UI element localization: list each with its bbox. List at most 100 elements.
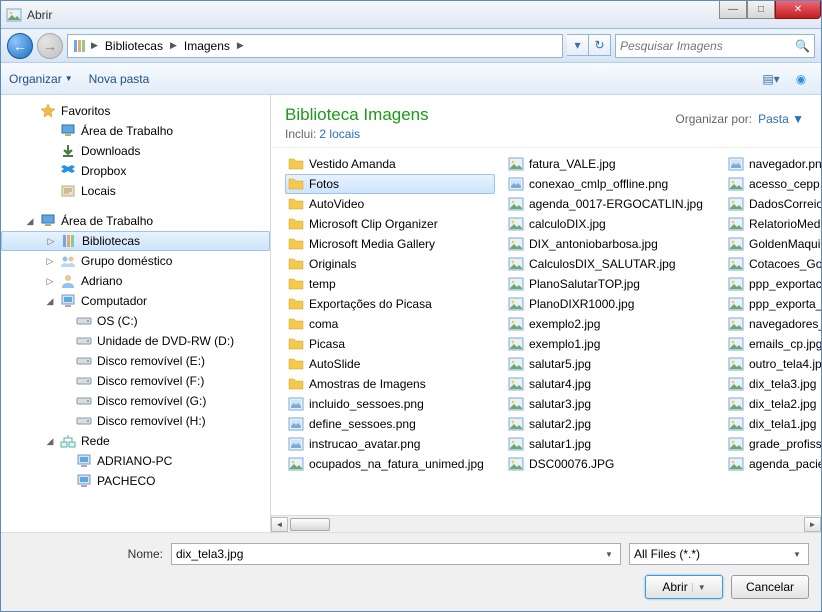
chevron-down-icon[interactable]: ▼	[790, 550, 804, 559]
tree-item[interactable]: PACHECO	[1, 471, 270, 491]
file-item[interactable]: salutar1.jpg	[505, 434, 715, 454]
file-item[interactable]: ppp_exporta_ativ	[725, 294, 821, 314]
file-item[interactable]: temp	[285, 274, 495, 294]
scroll-left-button[interactable]: ◄	[271, 517, 288, 532]
file-item[interactable]: salutar2.jpg	[505, 414, 715, 434]
search-input[interactable]	[620, 39, 795, 53]
scroll-right-button[interactable]: ►	[804, 517, 821, 532]
file-item[interactable]: emails_cp.jpg	[725, 334, 821, 354]
file-item[interactable]: Picasa	[285, 334, 495, 354]
breadcrumb-segment[interactable]: Imagens	[180, 37, 234, 55]
file-item[interactable]: Cotacoes_Golden	[725, 254, 821, 274]
tree-item[interactable]: Disco removível (E:)	[1, 351, 270, 371]
open-button[interactable]: Abrir▼	[645, 575, 723, 599]
tree-item[interactable]: ◢Rede	[1, 431, 270, 451]
forward-button[interactable]: →	[37, 33, 63, 59]
tree-item[interactable]: Disco removível (G:)	[1, 391, 270, 411]
file-item[interactable]: navegador.png	[725, 154, 821, 174]
tree-item[interactable]: Locais	[1, 181, 270, 201]
refresh-button[interactable]: ↻	[589, 34, 611, 56]
search-icon[interactable]: 🔍	[795, 39, 810, 53]
file-item[interactable]: acesso_cepp.jpg	[725, 174, 821, 194]
file-item[interactable]: grade_profissiona	[725, 434, 821, 454]
breadcrumb[interactable]: ▶ Bibliotecas ▶ Imagens ▶	[67, 34, 563, 58]
file-item[interactable]: instrucao_avatar.png	[285, 434, 495, 454]
chevron-right-icon[interactable]: ▶	[170, 40, 177, 51]
tree-item[interactable]: Unidade de DVD-RW (D:)	[1, 331, 270, 351]
breadcrumb-segment[interactable]: Bibliotecas	[101, 37, 167, 55]
includes-link[interactable]: 2 locais	[319, 127, 360, 141]
search-box[interactable]: 🔍	[615, 34, 815, 58]
file-item[interactable]: dix_tela1.jpg	[725, 414, 821, 434]
file-item[interactable]: dix_tela2.jpg	[725, 394, 821, 414]
file-item[interactable]: agenda_paciente	[725, 454, 821, 474]
tree-item[interactable]: ▷Bibliotecas	[1, 231, 270, 251]
file-item[interactable]: exemplo1.jpg	[505, 334, 715, 354]
maximize-button[interactable]: □	[747, 1, 775, 19]
tree-item[interactable]: OS (C:)	[1, 311, 270, 331]
file-item[interactable]: salutar3.jpg	[505, 394, 715, 414]
tree-item[interactable]: ◢Computador	[1, 291, 270, 311]
file-item[interactable]: fatura_VALE.jpg	[505, 154, 715, 174]
file-item[interactable]: PlanoDIXR1000.jpg	[505, 294, 715, 314]
file-item[interactable]: PlanoSalutarTOP.jpg	[505, 274, 715, 294]
tree-item[interactable]: Disco removível (H:)	[1, 411, 270, 431]
history-dropdown-button[interactable]: ▾	[567, 34, 589, 56]
file-item[interactable]: incluido_sessoes.png	[285, 394, 495, 414]
tree-item[interactable]: ADRIANO-PC	[1, 451, 270, 471]
file-item[interactable]: salutar4.jpg	[505, 374, 715, 394]
chevron-right-icon[interactable]: ▶	[91, 40, 98, 51]
file-item[interactable]: ocupados_na_fatura_unimed.jpg	[285, 454, 495, 474]
file-item[interactable]: DIX_antoniobarbosa.jpg	[505, 234, 715, 254]
back-button[interactable]: ←	[7, 33, 33, 59]
tree-item[interactable]: Downloads	[1, 141, 270, 161]
tree-item[interactable]: ▷Grupo doméstico	[1, 251, 270, 271]
file-item[interactable]: define_sessoes.png	[285, 414, 495, 434]
expand-icon[interactable]: ▷	[45, 276, 55, 287]
help-button[interactable]: ◉	[789, 68, 813, 90]
filename-value[interactable]: dix_tela3.jpg	[176, 547, 602, 561]
tree-item[interactable]: ◢Área de Trabalho	[1, 211, 270, 231]
tree-item[interactable]: Disco removível (F:)	[1, 371, 270, 391]
file-item[interactable]: RelatorioMedico_	[725, 214, 821, 234]
tree-item[interactable]: Favoritos	[1, 101, 270, 121]
new-folder-button[interactable]: Nova pasta	[89, 72, 150, 86]
file-item[interactable]: ppp_exportacao_	[725, 274, 821, 294]
file-item[interactable]: Vestido Amanda	[285, 154, 495, 174]
file-item[interactable]: AutoSlide	[285, 354, 495, 374]
file-item[interactable]: AutoVideo	[285, 194, 495, 214]
file-item[interactable]: Originals	[285, 254, 495, 274]
file-item[interactable]: exemplo2.jpg	[505, 314, 715, 334]
expand-icon[interactable]: ▷	[46, 236, 56, 247]
file-item[interactable]: CalculosDIX_SALUTAR.jpg	[505, 254, 715, 274]
chevron-down-icon[interactable]: ▼	[602, 550, 616, 559]
file-item[interactable]: outro_tela4.jpg	[725, 354, 821, 374]
file-list[interactable]: Vestido AmandaFotosAutoVideoMicrosoft Cl…	[271, 148, 821, 515]
file-item[interactable]: agenda_0017-ERGOCATLIN.jpg	[505, 194, 715, 214]
file-item[interactable]: DSC00076.JPG	[505, 454, 715, 474]
file-item[interactable]: Microsoft Media Gallery	[285, 234, 495, 254]
file-item[interactable]: DadosCorreios.jpg	[725, 194, 821, 214]
file-item[interactable]: coma	[285, 314, 495, 334]
tree-item[interactable]: Dropbox	[1, 161, 270, 181]
chevron-right-icon[interactable]: ▶	[237, 40, 244, 51]
file-item[interactable]: conexao_cmlp_offline.png	[505, 174, 715, 194]
expand-icon[interactable]: ◢	[45, 296, 55, 307]
file-item[interactable]: salutar5.jpg	[505, 354, 715, 374]
minimize-button[interactable]: —	[719, 1, 747, 19]
file-item[interactable]: GoldenMaquina_	[725, 234, 821, 254]
file-item[interactable]: Fotos	[285, 174, 495, 194]
view-options-button[interactable]: ▤▾	[759, 68, 783, 90]
file-item[interactable]: dix_tela3.jpg	[725, 374, 821, 394]
arrange-by-dropdown[interactable]: Pasta ▼	[758, 112, 804, 126]
filetype-combo[interactable]: All Files (*.*) ▼	[629, 543, 809, 565]
tree-item[interactable]: Área de Trabalho	[1, 121, 270, 141]
open-split-dropdown[interactable]: ▼	[692, 583, 706, 592]
expand-icon[interactable]: ◢	[45, 436, 55, 447]
scroll-thumb[interactable]	[290, 518, 330, 531]
horizontal-scrollbar[interactable]: ◄ ►	[271, 515, 821, 532]
cancel-button[interactable]: Cancelar	[731, 575, 809, 599]
navigation-tree[interactable]: FavoritosÁrea de TrabalhoDownloadsDropbo…	[1, 95, 271, 532]
organize-menu[interactable]: Organizar ▼	[9, 72, 73, 86]
expand-icon[interactable]: ◢	[25, 216, 35, 227]
